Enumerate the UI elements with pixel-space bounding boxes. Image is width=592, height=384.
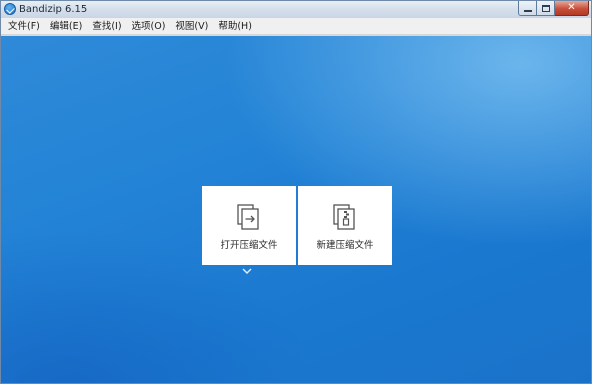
window-title: Bandizip 6.15 [19,4,88,15]
menu-view[interactable]: 视图(V) [170,19,213,34]
chevron-down-icon[interactable] [241,267,253,275]
menu-edit[interactable]: 编辑(E) [45,19,87,34]
new-archive-icon [333,204,355,230]
main-area: 打开压缩文件 新建压缩文件 [1,36,591,383]
bandizip-app-icon[interactable] [4,3,16,15]
menu-bar: 文件(F) 编辑(E) 查找(I) 选项(O) 视图(V) 帮助(H) [1,18,591,35]
menu-find[interactable]: 查找(I) [87,19,126,34]
open-archive-label: 打开压缩文件 [220,240,278,251]
minimize-icon [523,9,532,12]
window-controls: ✕ [518,1,589,17]
close-button[interactable]: ✕ [555,1,589,16]
maximize-icon [541,4,550,12]
open-archive-icon [237,204,259,230]
minimize-button[interactable] [518,1,537,16]
title-bar[interactable]: Bandizip 6.15 ✕ [1,1,591,18]
new-archive-button[interactable]: 新建压缩文件 [298,186,392,265]
close-icon: ✕ [567,2,576,13]
maximize-button[interactable] [537,1,555,16]
menu-options[interactable]: 选项(O) [127,19,171,34]
menu-help[interactable]: 帮助(H) [213,19,257,34]
menu-file[interactable]: 文件(F) [3,19,45,34]
new-archive-label: 新建压缩文件 [316,240,374,251]
app-window: Bandizip 6.15 ✕ 文件(F) 编辑(E) 查找(I) 选项(O) … [0,0,592,384]
open-archive-button[interactable]: 打开压缩文件 [202,186,296,265]
